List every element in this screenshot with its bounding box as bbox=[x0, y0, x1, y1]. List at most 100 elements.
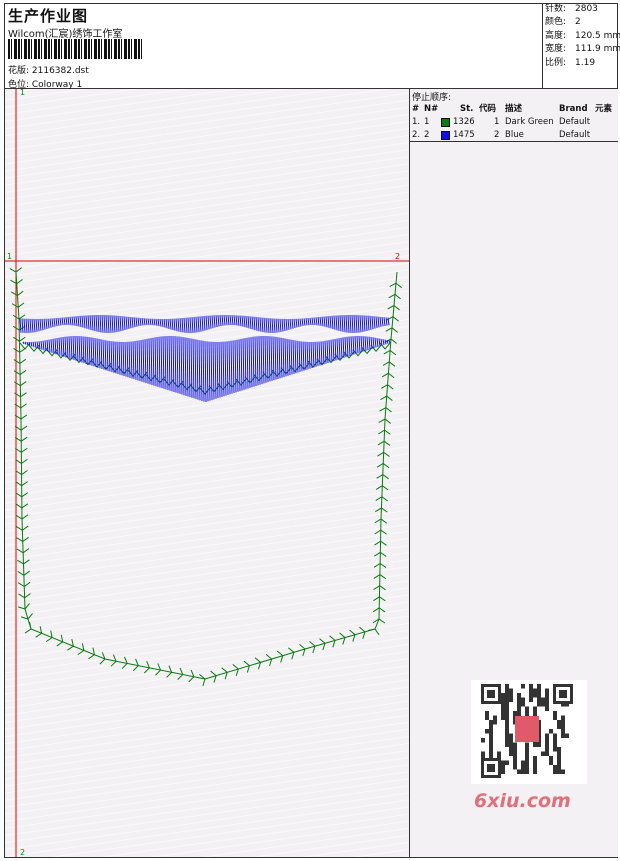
satin-stitch bbox=[290, 339, 293, 375]
satin-stitch bbox=[367, 315, 370, 331]
qr-module bbox=[509, 742, 513, 747]
qr-module bbox=[533, 711, 537, 716]
satin-stitch bbox=[207, 315, 210, 330]
stitch-mark bbox=[17, 603, 30, 610]
satin-stitch bbox=[297, 318, 300, 327]
satin-stitch bbox=[368, 336, 371, 350]
satin-stitch bbox=[339, 315, 342, 332]
satin-stitch bbox=[328, 340, 331, 363]
satin-stitch bbox=[255, 316, 258, 331]
qr-module bbox=[553, 715, 557, 720]
satin-stitch bbox=[383, 317, 386, 326]
satin-stitch bbox=[33, 318, 36, 333]
satin-stitch bbox=[335, 315, 338, 331]
stitch-mark bbox=[199, 674, 206, 687]
satin-stitch bbox=[337, 315, 340, 331]
satin-stitch bbox=[319, 316, 322, 326]
qr-module bbox=[501, 760, 505, 765]
satin-stitch bbox=[365, 315, 368, 331]
qr-module bbox=[505, 760, 509, 765]
satin-stitch bbox=[356, 335, 359, 354]
qr-module bbox=[557, 747, 561, 752]
qr-module bbox=[545, 742, 549, 747]
qr-module bbox=[549, 729, 553, 734]
col-code: 代码 bbox=[479, 104, 497, 114]
satin-stitch bbox=[135, 317, 138, 327]
qr-module bbox=[513, 742, 517, 747]
qr-module bbox=[557, 756, 561, 761]
satin-stitch bbox=[372, 337, 375, 349]
satin-stitch bbox=[263, 317, 266, 333]
qr-code-graphic bbox=[481, 684, 573, 778]
color-swatch bbox=[441, 131, 450, 140]
satin-stitch bbox=[308, 341, 311, 369]
satin-stitch bbox=[215, 315, 218, 328]
satin-stitch bbox=[26, 341, 29, 346]
satin-stitch bbox=[129, 316, 132, 329]
satin-stitch bbox=[29, 318, 32, 333]
satin-stitch bbox=[219, 315, 222, 327]
qr-module bbox=[529, 688, 533, 693]
satin-stitch bbox=[21, 318, 24, 333]
qr-module bbox=[505, 711, 509, 716]
satin-stitch bbox=[197, 316, 200, 333]
satin-stitch bbox=[303, 318, 306, 326]
satin-stitch bbox=[254, 336, 257, 387]
satin-stitch bbox=[220, 341, 223, 397]
qr-module bbox=[553, 711, 557, 716]
satin-stitch bbox=[77, 315, 80, 327]
qr-module bbox=[505, 729, 509, 734]
guide-label-right: 2 bbox=[395, 252, 400, 261]
qr-module bbox=[541, 702, 545, 707]
qr-module bbox=[489, 742, 493, 747]
satin-stitch bbox=[99, 314, 102, 333]
satin-stitch bbox=[265, 317, 268, 333]
satin-stitch bbox=[176, 336, 179, 394]
satin-stitch bbox=[187, 317, 190, 334]
satin-stitch bbox=[282, 338, 285, 378]
satin-stitch bbox=[169, 318, 172, 330]
qr-module bbox=[521, 697, 525, 702]
qr-module bbox=[489, 724, 493, 729]
stat-value: 1.19 bbox=[575, 57, 596, 68]
satin-stitch bbox=[63, 317, 66, 326]
satin-stitch bbox=[320, 341, 323, 365]
guide-label-top: 1 bbox=[20, 89, 25, 97]
satin-stitch bbox=[165, 318, 168, 329]
qr-module bbox=[501, 693, 505, 698]
satin-stitch bbox=[326, 340, 329, 363]
satin-stitch bbox=[248, 337, 251, 388]
stat-label: 比例: bbox=[545, 57, 567, 68]
qr-module bbox=[553, 747, 557, 752]
satin-stitch bbox=[41, 318, 44, 331]
satin-stitch bbox=[199, 316, 202, 332]
stats-panel: 针数: 2803 颜色: 2 高度: 120.5 mm 宽度: 111.9 mm 比例:… bbox=[542, 3, 620, 89]
satin-stitch bbox=[321, 316, 324, 327]
qr-module bbox=[521, 769, 525, 774]
col-desc: 描述 bbox=[505, 104, 523, 114]
satin-stitch bbox=[161, 318, 164, 328]
satin-stitch bbox=[192, 338, 195, 399]
qr-module bbox=[485, 711, 489, 716]
satin-stitch bbox=[188, 338, 191, 398]
col-stitches: St. bbox=[460, 104, 474, 114]
satin-stitch bbox=[22, 341, 25, 345]
satin-stitch bbox=[244, 338, 247, 390]
satin-stitch bbox=[231, 315, 234, 326]
satin-stitch bbox=[312, 341, 315, 368]
watermark-site: 6xiu.com bbox=[474, 790, 571, 812]
satin-stitch bbox=[349, 314, 352, 333]
satin-stitch bbox=[159, 318, 162, 327]
qr-module bbox=[505, 693, 509, 698]
satin-stitch bbox=[348, 336, 351, 356]
satin-stitch bbox=[350, 336, 353, 356]
satin-stitch bbox=[117, 315, 120, 332]
qr-module bbox=[489, 751, 493, 756]
satin-stitch bbox=[257, 317, 260, 332]
production-sheet: 生产作业图 Wilcom(汇宸)绣饰工作室 花版: 2116382.dst 色位… bbox=[0, 0, 620, 861]
row-brand: Default bbox=[559, 117, 591, 127]
satin-stitch bbox=[218, 341, 221, 398]
satin-stitch bbox=[193, 316, 196, 333]
satin-stitch bbox=[239, 315, 242, 327]
satin-stitch bbox=[51, 318, 54, 328]
